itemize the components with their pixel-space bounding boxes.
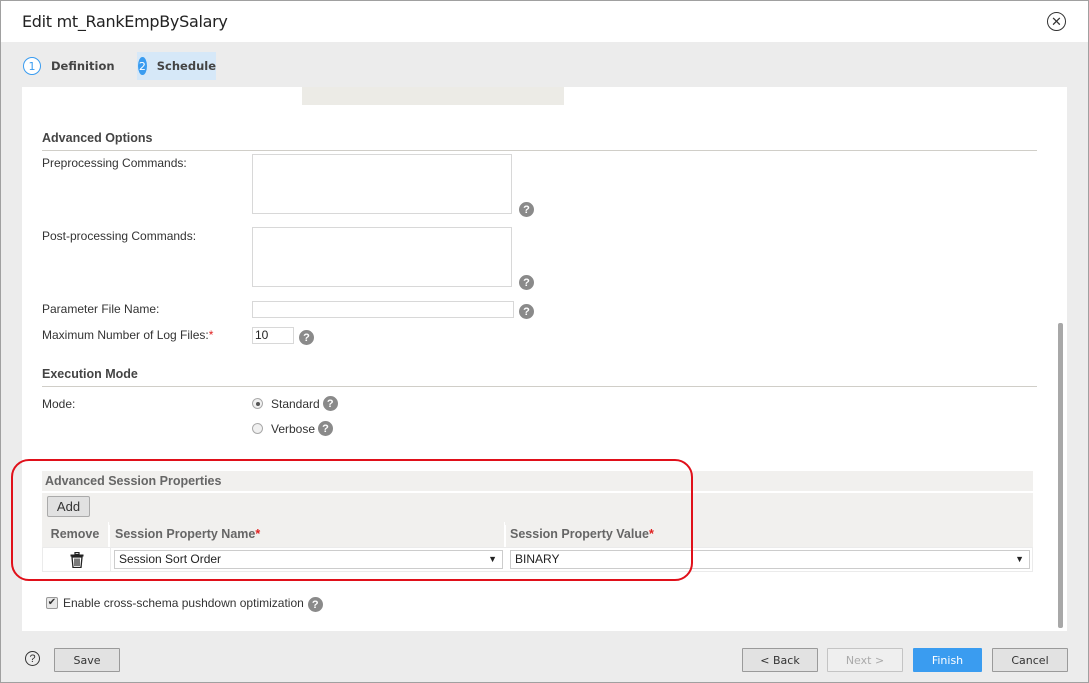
next-button[interactable]: Next > [827, 648, 903, 672]
required-marker: * [255, 527, 261, 541]
dialog-title: Edit mt_RankEmpBySalary [22, 12, 228, 31]
content-panel: Advanced Options Preprocessing Commands:… [22, 87, 1067, 631]
table-row: Session Sort Order ▼ BINARY ▼ [42, 547, 1033, 572]
help-icon[interactable]: ? [307, 597, 323, 612]
step-schedule[interactable]: 2 Schedule [137, 52, 216, 80]
step-number-icon: 2 [138, 57, 147, 75]
vertical-scrollbar[interactable] [1058, 323, 1063, 628]
postprocessing-label: Post-processing Commands: [42, 229, 197, 243]
close-icon: ✕ [1051, 14, 1062, 29]
back-button[interactable]: < Back [742, 648, 818, 672]
radio-standard[interactable]: Standard ? [252, 396, 338, 411]
preprocessing-label: Preprocessing Commands: [42, 156, 187, 170]
cross-schema-option[interactable]: ✔ Enable cross-schema pushdown optimizat… [46, 594, 323, 612]
step-label: Definition [51, 59, 115, 73]
add-property-button[interactable]: Add [47, 496, 90, 517]
radio-verbose[interactable]: Verbose ? [252, 421, 334, 436]
step-definition[interactable]: 1 Definition [23, 52, 115, 80]
postprocessing-commands-input[interactable] [252, 227, 512, 287]
remove-row-button[interactable] [43, 548, 111, 571]
parameter-file-input[interactable] [252, 301, 514, 318]
column-header-value: Session Property Value* [506, 522, 1033, 547]
dropdown-arrow-icon: ▼ [488, 554, 497, 564]
column-header-name: Session Property Name* [110, 522, 505, 547]
execution-mode-title: Execution Mode [42, 367, 138, 381]
preprocessing-commands-input[interactable] [252, 154, 512, 214]
session-properties-table: Remove Session Property Name* Session Pr… [42, 522, 1033, 572]
section-divider [42, 386, 1037, 387]
required-marker: * [648, 527, 654, 541]
previous-section-remnant [302, 87, 564, 105]
cross-schema-checkbox[interactable]: ✔ [46, 597, 58, 609]
help-icon[interactable]: ? [519, 202, 534, 217]
dropdown-arrow-icon: ▼ [1015, 554, 1024, 564]
advanced-options-title: Advanced Options [42, 131, 153, 145]
help-icon[interactable]: ? [299, 330, 314, 345]
title-bar: Edit mt_RankEmpBySalary ✕ [1, 1, 1088, 42]
help-icon[interactable]: ? [519, 275, 534, 290]
radio-label: Verbose [271, 421, 316, 436]
step-number-icon: 1 [23, 57, 41, 75]
help-circle-icon[interactable]: ? [25, 651, 40, 666]
mode-label: Mode: [42, 397, 76, 411]
edit-mapping-task-dialog: Edit mt_RankEmpBySalary ✕ 1 Definition 2… [0, 0, 1089, 683]
asp-title: Advanced Session Properties [42, 471, 1033, 492]
advanced-session-properties: Advanced Session Properties Add Remove S… [42, 471, 1033, 572]
finish-button[interactable]: Finish [913, 648, 982, 672]
wizard-steps: 1 Definition 2 Schedule [1, 42, 1088, 89]
column-header-remove: Remove [42, 522, 109, 547]
required-marker: * [208, 328, 214, 342]
close-button[interactable]: ✕ [1047, 12, 1066, 31]
cancel-button[interactable]: Cancel [992, 648, 1068, 672]
help-icon[interactable]: ? [318, 421, 334, 436]
parameter-file-label: Parameter File Name: [42, 302, 160, 316]
radio-button[interactable] [252, 398, 263, 409]
asp-toolbar: Add [42, 493, 1033, 525]
cross-schema-label: Enable cross-schema pushdown optimizatio… [63, 596, 304, 610]
section-divider [42, 150, 1037, 151]
help-icon[interactable]: ? [322, 396, 338, 411]
step-label: Schedule [156, 59, 216, 73]
radio-button[interactable] [252, 423, 263, 434]
help-icon[interactable]: ? [519, 304, 534, 319]
session-property-name-select[interactable]: Session Sort Order ▼ [114, 550, 503, 569]
trash-icon [70, 551, 83, 568]
radio-label: Standard [271, 396, 320, 411]
max-log-files-label: Maximum Number of Log Files:* [42, 328, 214, 342]
max-log-files-input[interactable]: 10 [252, 327, 294, 344]
session-property-value-select[interactable]: BINARY ▼ [510, 550, 1030, 569]
save-button[interactable]: Save [54, 648, 120, 672]
